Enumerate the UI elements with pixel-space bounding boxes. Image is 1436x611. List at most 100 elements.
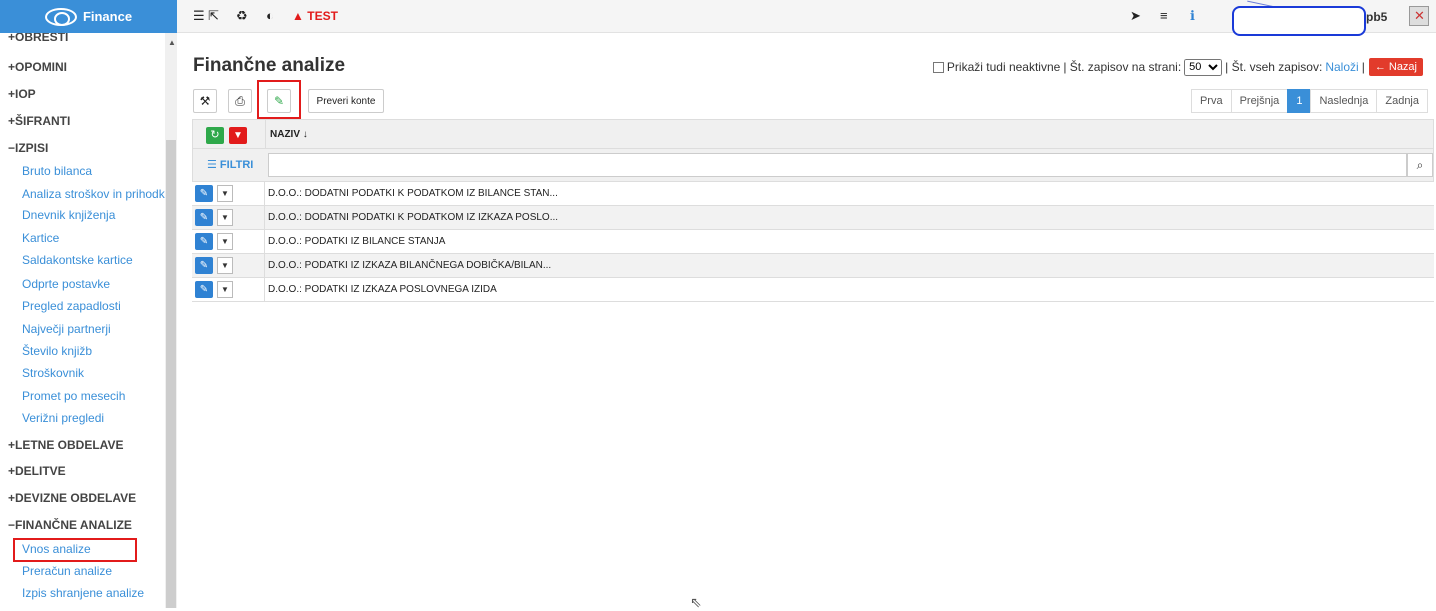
sidebar-item-izpisi-5[interactable]: Odprte postavke xyxy=(22,277,110,291)
sidebar-item-izpisi-4[interactable]: Saldakontske kartice xyxy=(22,253,133,267)
sidebar-item-izpisi-7[interactable]: Največji partnerji xyxy=(22,322,111,336)
sidebar-section-bottom-3[interactable]: −FINANČNE ANALIZE xyxy=(8,518,132,532)
sidebar-label: IOP xyxy=(15,87,36,101)
sidebar-label: Stroškovnik xyxy=(22,366,85,380)
search-button[interactable]: ⌕ xyxy=(1407,153,1433,177)
pager-2[interactable]: 1 xyxy=(1287,89,1312,113)
table-row[interactable]: ✎ ▼ D.O.O.: PODATKI IZ BILANCE STANJA xyxy=(192,230,1434,254)
sidebar-item-izpisi-0[interactable]: Bruto bilanca xyxy=(22,164,92,178)
chevron-down-icon[interactable]: ▼ xyxy=(217,209,233,226)
column-separator xyxy=(264,278,265,301)
sidebar-item-izpisi-10[interactable]: Promet po mesecih xyxy=(22,389,125,403)
search-icon: ⌕ xyxy=(1416,158,1424,172)
pencil-icon[interactable]: ✎ xyxy=(195,209,213,226)
check-accounts-button[interactable]: Preveri konte xyxy=(308,89,384,113)
pager-0[interactable]: Prva xyxy=(1190,89,1232,113)
bag-icon[interactable]: ♻ xyxy=(236,8,248,24)
pager-3[interactable]: Naslednja xyxy=(1310,89,1378,113)
pager-1[interactable]: Prejšnja xyxy=(1230,89,1289,113)
pencil-icon[interactable]: ✎ xyxy=(195,281,213,298)
load-link[interactable]: Naloži xyxy=(1325,60,1358,74)
sidebar-label: OBRESTI xyxy=(15,33,69,44)
row-naziv: D.O.O.: PODATKI IZ IZKAZA BILANČNEGA DOB… xyxy=(268,260,552,271)
contrast-icon[interactable]: ◐ xyxy=(266,8,274,23)
column-separator xyxy=(264,182,265,205)
sidebar-item-izpisi-3[interactable]: Kartice xyxy=(22,231,59,245)
brand-label: Finance xyxy=(82,9,133,24)
scroll-up-icon[interactable]: ▲ xyxy=(168,38,176,47)
sidebar-scroll-thumb[interactable] xyxy=(166,140,176,608)
sidebar-item-fa-1[interactable]: Preračun analize xyxy=(22,564,112,578)
sidebar-item-izpisi-9[interactable]: Stroškovnik xyxy=(22,366,84,380)
back-button[interactable]: ← Nazaj xyxy=(1368,58,1423,76)
sidebar-section-bottom-1[interactable]: +DELITVE xyxy=(8,464,66,478)
chevron-down-icon[interactable]: ▼ xyxy=(217,257,233,274)
pagination: Prva Prejšnja 1 Naslednja Zadnja xyxy=(1190,89,1428,113)
plus-icon: + xyxy=(8,60,16,74)
filter-icon[interactable]: ▼ xyxy=(229,127,247,144)
sidebar-section-2[interactable]: +IOP xyxy=(8,87,36,101)
column-naziv[interactable]: NAZIV ↓ xyxy=(270,129,308,140)
info-icon[interactable]: ℹ xyxy=(1190,8,1195,24)
print-button[interactable]: ⎙ xyxy=(228,89,252,113)
sidebar-item-fa-2[interactable]: Izpis shranjene analize xyxy=(22,586,144,600)
minus-icon: − xyxy=(8,141,16,155)
settings-button[interactable]: ⚒ xyxy=(193,89,217,113)
brand[interactable]: Finance xyxy=(0,0,177,33)
pencil-icon[interactable]: ✎ xyxy=(195,185,213,202)
warning-icon: ▲ xyxy=(292,9,304,23)
sidebar-label: Dnevnik knjiženja xyxy=(22,208,116,222)
user-name-box[interactable] xyxy=(1232,6,1366,36)
total-label: | Št. vseh zapisov: xyxy=(1225,60,1323,74)
main-content: Finančne analize Prikaži tudi neaktivne … xyxy=(183,33,1436,608)
sidebar-label: FINANČNE ANALIZE xyxy=(15,518,132,532)
sidebar-item-izpisi-2[interactable]: Dnevnik knjiženja xyxy=(22,208,115,222)
highlight-edit-button xyxy=(257,80,301,119)
plus-icon: + xyxy=(8,114,16,128)
print-icon: ⎙ xyxy=(235,93,245,108)
sidebar-item-izpisi-6[interactable]: Pregled zapadlosti xyxy=(22,299,121,313)
table-row[interactable]: ✎ ▼ D.O.O.: PODATKI IZ IZKAZA BILANČNEGA D… xyxy=(192,254,1434,278)
sidebar-label: Analiza stroškov in prihodkov xyxy=(22,187,165,201)
pencil-icon[interactable]: ✎ xyxy=(195,233,213,250)
sidebar-item-izpisi-11[interactable]: Verižni pregledi xyxy=(22,411,104,425)
test-indicator[interactable]: ▲ TEST xyxy=(292,9,338,23)
chevron-down-icon[interactable]: ▼ xyxy=(217,185,233,202)
chevron-down-icon[interactable]: ▼ xyxy=(217,281,233,298)
menu-icon[interactable]: ≡ xyxy=(1160,8,1168,23)
sidebar-section-bottom-0[interactable]: +LETNE OBDELAVE xyxy=(8,438,123,452)
filters-button[interactable]: ☰ FILTRI xyxy=(207,158,253,171)
table-row[interactable]: ✎ ▼ D.O.O.: PODATKI IZ IZKAZA POSLOVNEGA I… xyxy=(192,278,1434,302)
refresh-icon[interactable]: ↻ xyxy=(206,127,224,144)
sidebar-label: LETNE OBDELAVE xyxy=(15,438,124,452)
external-link-icon[interactable]: ⇱ xyxy=(208,8,219,24)
row-naziv: D.O.O.: PODATKI IZ IZKAZA POSLOVNEGA IZI… xyxy=(268,284,497,295)
sidebar-section-3[interactable]: +ŠIFRANTI xyxy=(8,114,70,128)
send-icon[interactable]: ➤ xyxy=(1130,8,1141,24)
show-inactive-label: Prikaži tudi neaktivne xyxy=(946,60,1061,74)
per-page-label: | Št. zapisov na strani: xyxy=(1063,60,1182,74)
sidebar-label: Preračun analize xyxy=(22,564,113,578)
sidebar-label: Pregled zapadlosti xyxy=(22,299,121,313)
sidebar-item-izpisi-1[interactable]: Analiza stroškov in prihodkov xyxy=(22,187,165,201)
column-separator xyxy=(265,120,266,148)
chevron-down-icon[interactable]: ▼ xyxy=(217,233,233,250)
mouse-cursor-icon: ⇖ xyxy=(690,594,702,610)
table-row[interactable]: ✎ ▼ D.O.O.: DODATNI PODATKI K PODATKOM IZ … xyxy=(192,182,1434,206)
sidebar-section-4[interactable]: −IZPISI xyxy=(8,141,48,155)
sidebar-section-bottom-2[interactable]: +DEVIZNE OBDELAVE xyxy=(8,491,136,505)
sidebar-section-0[interactable]: +OBRESTI xyxy=(8,33,68,44)
sidebar-item-izpisi-8[interactable]: Število knjižb xyxy=(22,344,92,358)
per-page-select[interactable]: 50 xyxy=(1184,58,1223,76)
pencil-icon[interactable]: ✎ xyxy=(195,257,213,274)
exit-icon[interactable] xyxy=(1409,6,1429,26)
grid-header: ↻ ▼ NAZIV ↓ xyxy=(192,119,1434,149)
pager-4[interactable]: Zadnja xyxy=(1376,89,1428,113)
table-row[interactable]: ✎ ▼ D.O.O.: DODATNI PODATKI K PODATKOM IZ … xyxy=(192,206,1434,230)
filter-input[interactable] xyxy=(268,153,1407,177)
column-separator xyxy=(264,206,265,229)
list-icon[interactable]: ☰ xyxy=(193,8,205,24)
sidebar-section-1[interactable]: +OPOMINI xyxy=(8,60,67,74)
show-inactive-checkbox[interactable] xyxy=(932,61,944,73)
column-separator xyxy=(264,230,265,253)
